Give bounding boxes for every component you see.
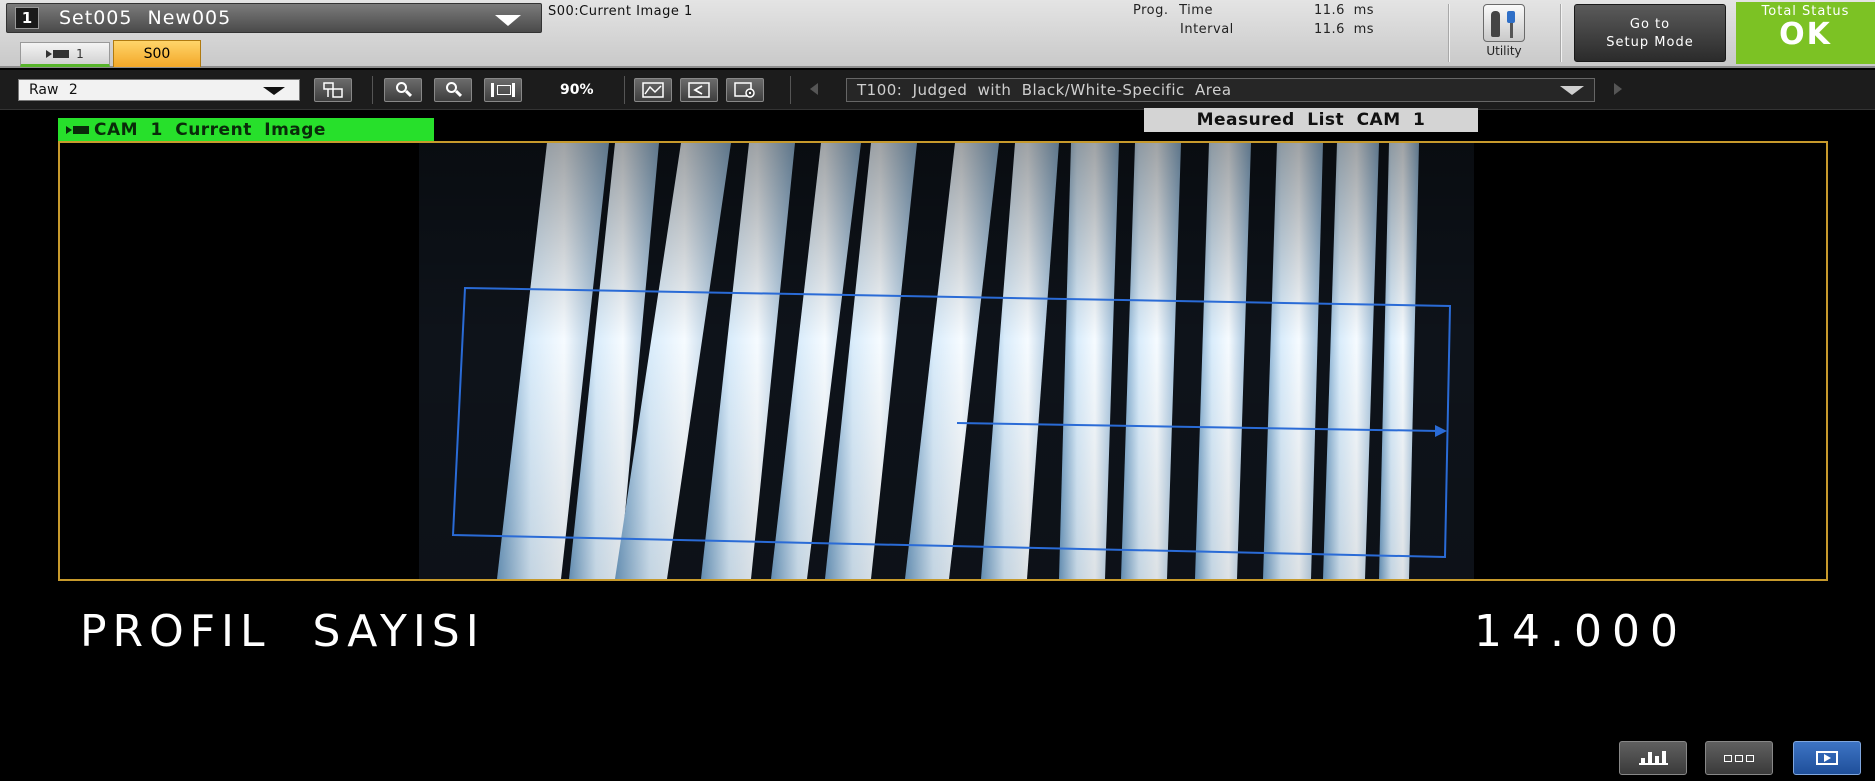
tab-scene[interactable]: S00 — [113, 40, 201, 67]
setting-number: 1 — [15, 7, 39, 29]
prog-time-value: 11.6 ms — [1314, 3, 1375, 18]
toolbar-divider — [624, 76, 625, 104]
image-toolbar: Raw 2 90% T100: Judged with Black/White-… — [0, 70, 1875, 110]
zoom-out-icon — [444, 81, 463, 99]
tool-selector-value: T100: Judged with Black/White-Specific A… — [857, 81, 1232, 99]
tab-camera[interactable]: 1 — [20, 42, 110, 67]
camera-image — [419, 143, 1474, 579]
utility-button[interactable]: Utility — [1466, 4, 1542, 62]
go-to-setup-mode-button[interactable]: Go to Setup Mode — [1574, 4, 1726, 62]
current-image-label: S00:Current Image 1 — [548, 4, 693, 19]
previous-tool-arrow-icon[interactable] — [810, 83, 818, 95]
zoom-level: 90% — [560, 82, 594, 98]
total-status-value: OK — [1779, 17, 1832, 52]
run-mode-icon — [1816, 751, 1838, 765]
measured-list-label: Measured List CAM 1 — [1144, 108, 1478, 132]
tools-icon — [1483, 4, 1525, 42]
header-divider — [1560, 4, 1562, 62]
layout-icon — [323, 82, 343, 98]
graph-view-button[interactable] — [1619, 741, 1687, 775]
list-view-button[interactable] — [1705, 741, 1773, 775]
waveform-icon — [642, 82, 664, 98]
zoom-in-icon — [394, 81, 413, 99]
previous-image-button[interactable] — [680, 78, 718, 102]
setting-selector[interactable]: 1 Set005 New005 — [6, 3, 542, 33]
image-source-select[interactable]: Raw 2 — [18, 79, 300, 101]
camera-icon — [66, 125, 90, 135]
zoom-out-button[interactable] — [434, 78, 472, 102]
header-divider — [1448, 4, 1450, 62]
utility-label: Utility — [1486, 44, 1522, 58]
fit-screen-icon — [491, 83, 515, 97]
image-display-frame[interactable] — [58, 141, 1828, 581]
display-layout-button[interactable] — [314, 78, 352, 102]
run-mode-button[interactable] — [1793, 741, 1861, 775]
next-tool-arrow-icon[interactable] — [1614, 83, 1622, 95]
image-source-value: Raw 2 — [29, 82, 78, 98]
inspected-profiles-image — [419, 143, 1474, 579]
measurement-label: PROFIL SAYISI — [80, 606, 485, 657]
setting-name: Set005 New005 — [59, 7, 232, 29]
image-settings-button[interactable] — [726, 78, 764, 102]
camera-icon — [46, 49, 70, 59]
status-header: 1 Set005 New005 S00:Current Image 1 Prog… — [0, 0, 1875, 68]
interval-value: 11.6 ms — [1314, 22, 1375, 37]
waveform-button[interactable] — [634, 78, 672, 102]
total-status-badge: Total Status OK — [1736, 2, 1875, 64]
arrow-left-icon — [688, 82, 710, 98]
tool-selector[interactable]: T100: Judged with Black/White-Specific A… — [846, 78, 1595, 102]
chevron-down-icon — [495, 15, 521, 26]
fit-to-window-button[interactable] — [484, 78, 522, 102]
camera-view-label-text: CAM 1 Current Image — [94, 120, 326, 140]
image-gear-icon — [734, 82, 755, 98]
measurement-value: 14.000 — [1474, 606, 1688, 657]
toolbar-divider — [790, 76, 791, 104]
setup-button-line1: Go to — [1629, 17, 1671, 32]
chevron-down-icon — [1560, 86, 1584, 95]
tab-camera-label: 1 — [76, 46, 84, 61]
prog-time-label: Prog. Time — [1133, 3, 1213, 18]
zoom-in-button[interactable] — [384, 78, 422, 102]
list-view-icon — [1724, 754, 1754, 762]
camera-view-label: CAM 1 Current Image — [58, 118, 434, 142]
interval-label: Interval — [1180, 22, 1234, 37]
bar-graph-icon — [1638, 751, 1668, 765]
toolbar-divider — [372, 76, 373, 104]
setup-button-line2: Setup Mode — [1606, 35, 1694, 50]
chevron-down-icon — [263, 87, 285, 95]
